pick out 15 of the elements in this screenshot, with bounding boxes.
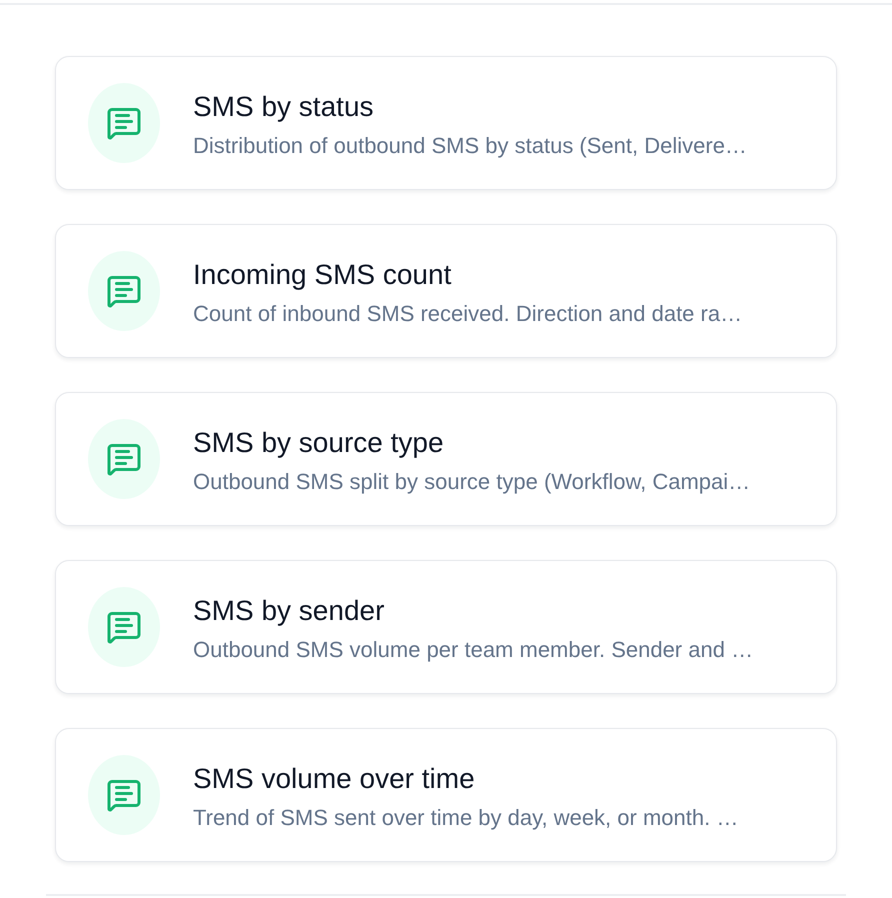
report-card[interactable]: SMS by status Distribution of outbound SMS by status (Sent, Delivere… <box>55 56 837 190</box>
report-description: Outbound SMS split by source type (Workflow, Campai… <box>193 468 750 496</box>
report-title: SMS volume over time <box>193 762 476 794</box>
report-card[interactable]: SMS volume over time Trend of SMS sent over time by day, week, or month. … <box>55 728 837 862</box>
report-card[interactable]: SMS by sender Outbound SMS volume per team member. Sender and … <box>55 560 837 694</box>
report-description: Outbound SMS volume per team member. Sender and … <box>193 636 754 664</box>
report-title: Incoming SMS count <box>193 258 452 290</box>
report-title: SMS by status <box>193 90 375 122</box>
report-description: Distribution of outbound SMS by status (Sent, Delivere… <box>193 132 747 160</box>
report-card[interactable]: Incoming SMS count Count of inbound SMS received. Direction and date ra… <box>55 224 837 358</box>
report-card[interactable]: SMS by source type Outbound SMS split by source type (Workflow, Campai… <box>55 392 837 526</box>
report-title: SMS by sender <box>193 594 386 626</box>
report-title: SMS by source type <box>193 426 445 458</box>
report-description: Trend of SMS sent over time by day, week, or month. … <box>193 804 738 832</box>
report-description: Count of inbound SMS received. Direction and date ra… <box>193 300 742 328</box>
